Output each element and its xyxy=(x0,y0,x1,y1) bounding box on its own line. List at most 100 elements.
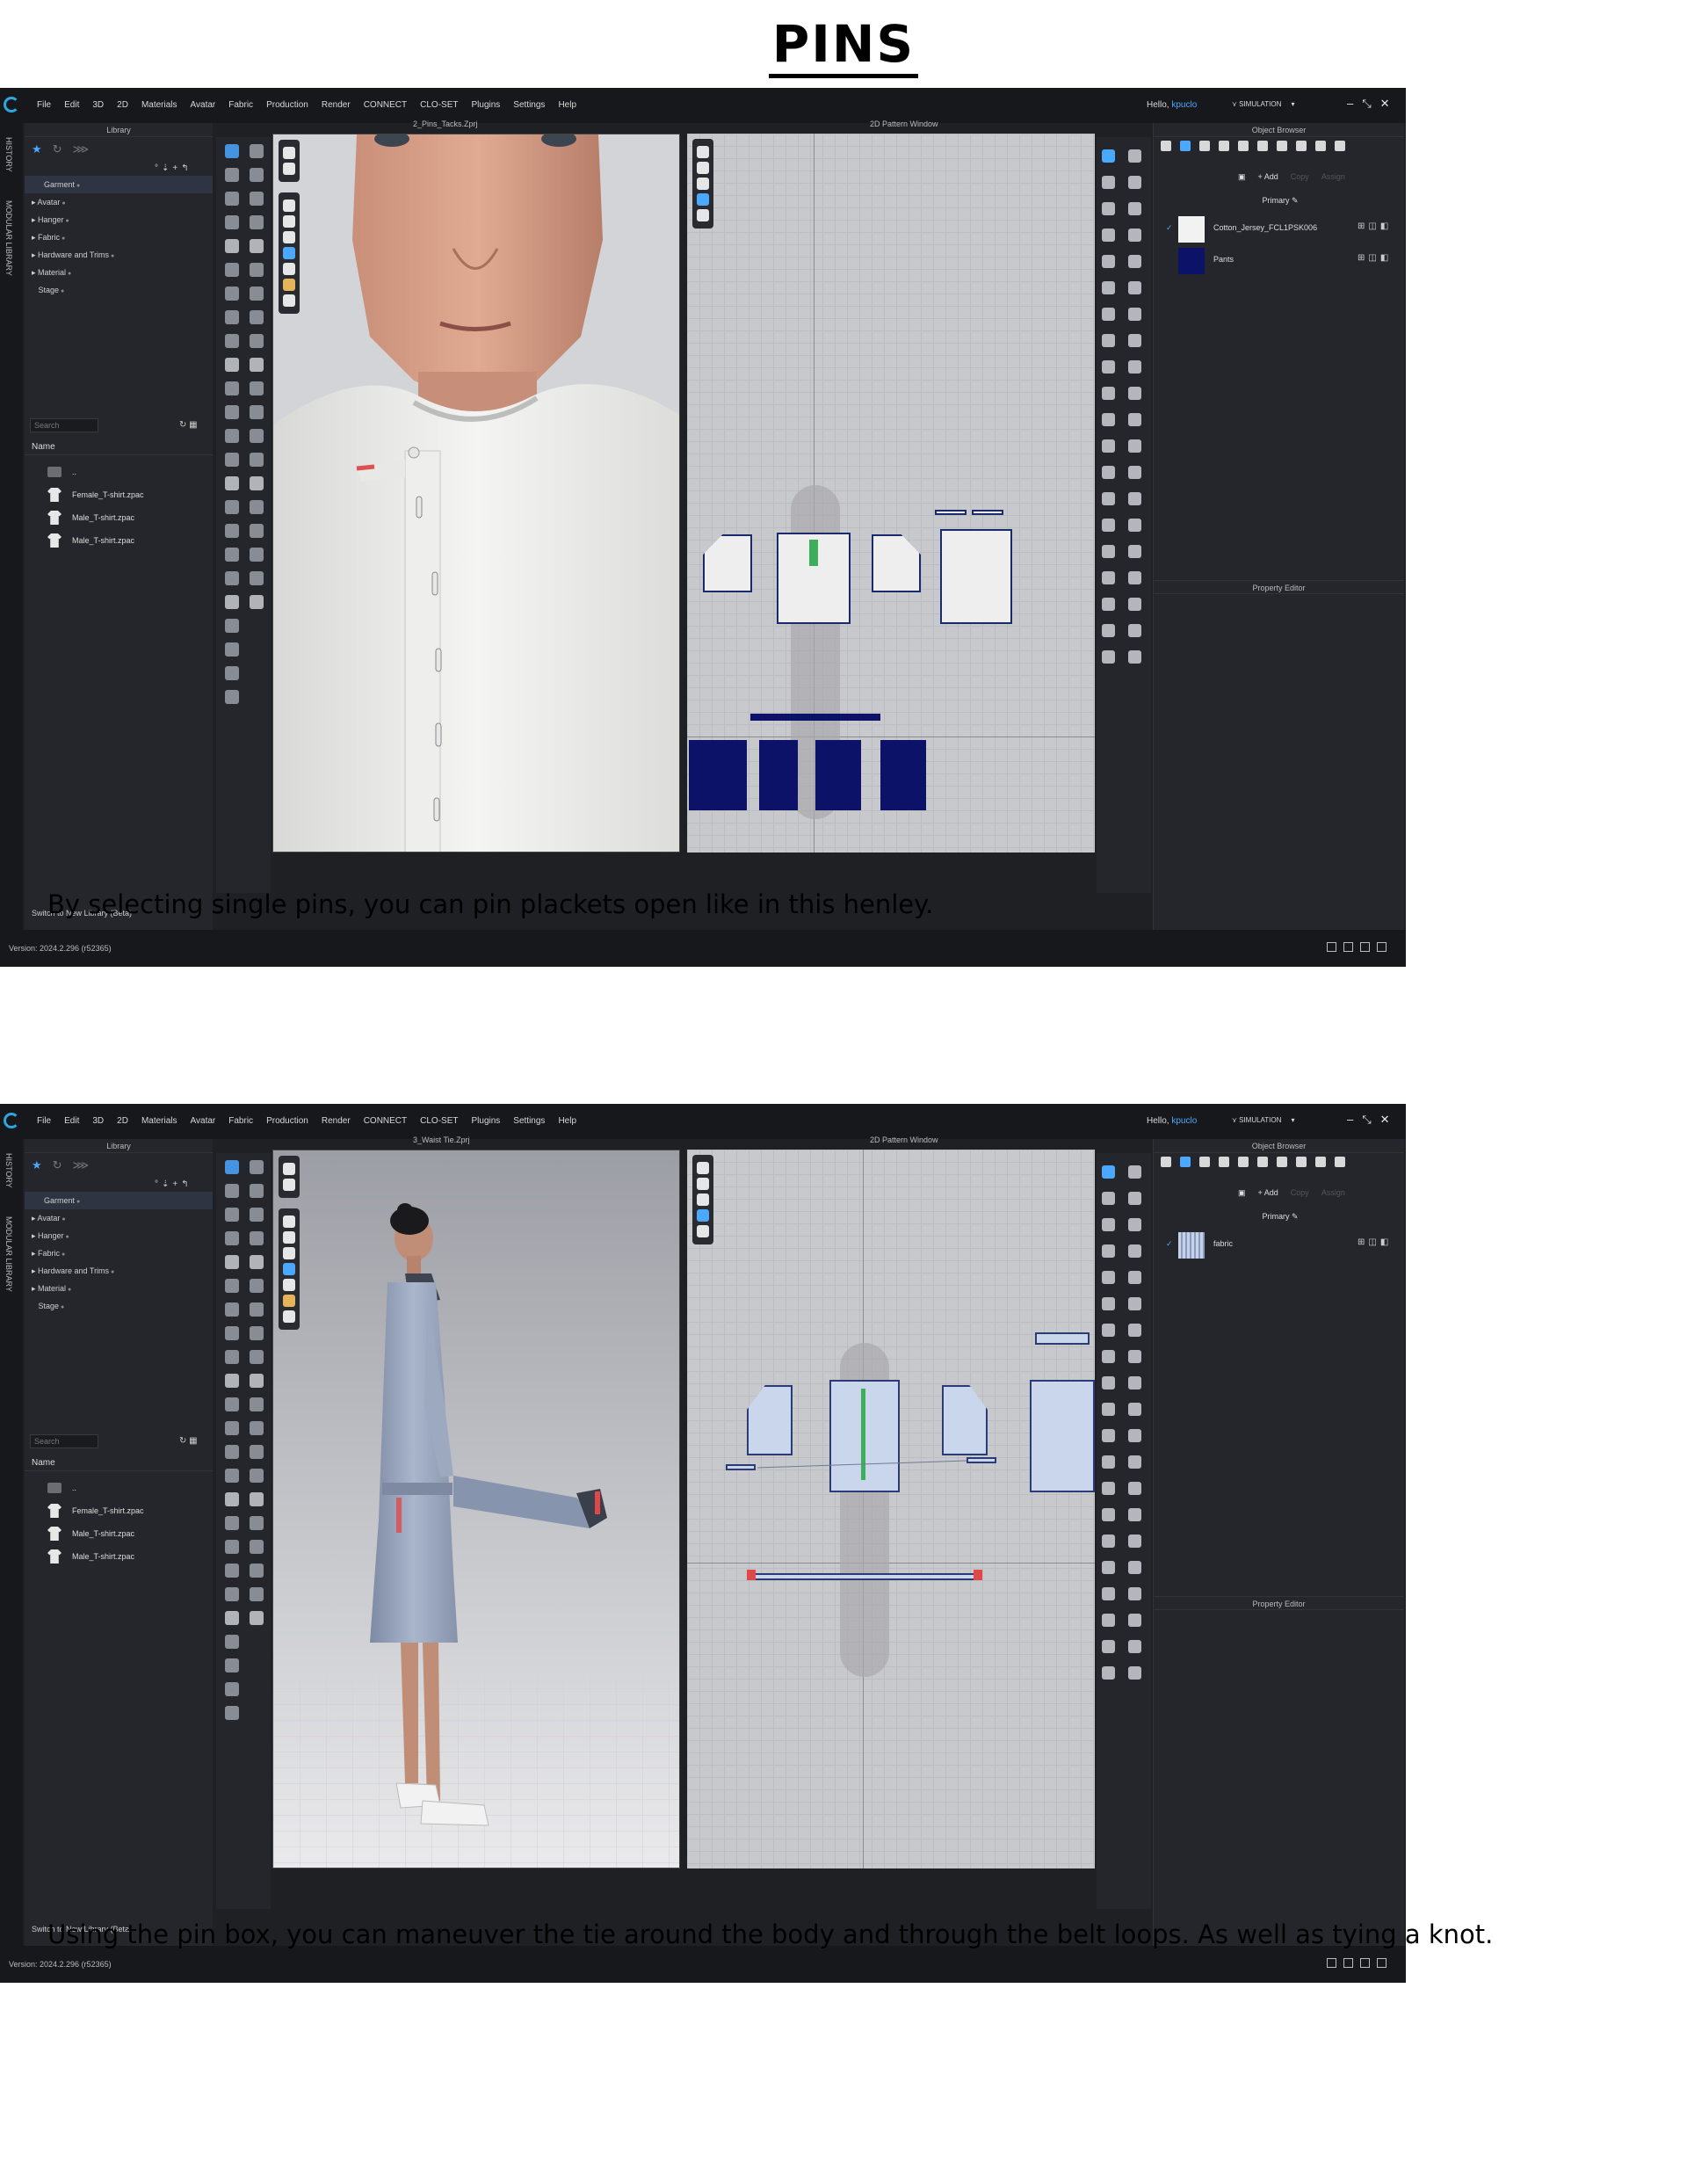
tool-icon[interactable] xyxy=(225,358,239,372)
tool-icon[interactable] xyxy=(1102,360,1115,374)
modular-icon[interactable]: ⋙ xyxy=(73,142,90,156)
tool-icon[interactable] xyxy=(1128,281,1141,294)
pattern-tool-icon[interactable] xyxy=(697,146,709,158)
fabric-view-icon[interactable] xyxy=(283,247,295,259)
tool-icon[interactable] xyxy=(225,168,239,182)
tool-icon[interactable] xyxy=(225,1564,239,1578)
menu-fabric[interactable]: Fabric xyxy=(228,100,253,110)
tool-icon[interactable] xyxy=(225,1516,239,1530)
tool-icon[interactable] xyxy=(1128,360,1141,374)
layout-icon[interactable] xyxy=(1343,942,1353,952)
tool-icon[interactable] xyxy=(1102,1455,1115,1469)
tool-icon[interactable] xyxy=(225,619,239,633)
tool-icon[interactable] xyxy=(1102,1192,1115,1205)
tool-icon[interactable] xyxy=(1102,334,1115,347)
tool-icon[interactable] xyxy=(1102,1165,1115,1179)
avatar-icon[interactable] xyxy=(1315,1157,1326,1167)
tool-icon[interactable] xyxy=(225,548,239,562)
tool-icon[interactable] xyxy=(250,1160,264,1174)
minimize-icon[interactable]: – xyxy=(1347,1113,1353,1127)
menu-help[interactable]: Help xyxy=(558,1116,576,1126)
tool-icon[interactable] xyxy=(250,192,264,206)
line-icon[interactable] xyxy=(1238,141,1249,151)
stitch-icon[interactable] xyxy=(1257,141,1268,151)
2d-pattern-window[interactable] xyxy=(687,134,1095,853)
refresh-icon[interactable] xyxy=(1377,1958,1387,1968)
tool-icon[interactable] xyxy=(1102,281,1115,294)
tool-icon[interactable] xyxy=(225,334,239,348)
menu-file[interactable]: File xyxy=(37,100,51,110)
tool-icon[interactable] xyxy=(1102,1271,1115,1284)
trim-icon[interactable] xyxy=(1277,1157,1287,1167)
2d-pattern-window[interactable] xyxy=(687,1150,1095,1868)
star-icon[interactable]: ★ xyxy=(32,1158,42,1172)
tool-icon[interactable] xyxy=(1128,1192,1141,1205)
pattern-piece[interactable] xyxy=(972,510,1003,515)
material-item[interactable]: ✓ fabric ⊞◫◧ xyxy=(1162,1230,1398,1259)
library-tools[interactable]: °⇣+↰ xyxy=(155,1179,192,1189)
tool-icon[interactable] xyxy=(225,1208,239,1222)
select-tool-icon[interactable] xyxy=(225,1160,239,1174)
list-item[interactable]: .. xyxy=(25,1477,213,1499)
light-icon[interactable] xyxy=(283,1295,295,1307)
colorway-primary[interactable]: Primary ✎ xyxy=(1162,193,1398,207)
tool-icon[interactable] xyxy=(1102,1297,1115,1310)
menu-3d[interactable]: 3D xyxy=(92,1116,104,1126)
tool-icon[interactable] xyxy=(1102,1403,1115,1416)
tool-icon[interactable] xyxy=(225,666,239,680)
tool-icon[interactable] xyxy=(225,1231,239,1245)
tool-icon[interactable] xyxy=(225,690,239,704)
material-item[interactable]: Pants ⊞◫◧ xyxy=(1162,246,1398,274)
tool-icon[interactable] xyxy=(1128,387,1141,400)
menu-render[interactable]: Render xyxy=(322,1116,351,1126)
tool-icon[interactable] xyxy=(1128,1429,1141,1442)
tool-icon[interactable] xyxy=(250,1492,264,1506)
tool-icon[interactable] xyxy=(225,1302,239,1317)
tool-icon[interactable] xyxy=(250,405,264,419)
material-tools[interactable]: ⊞◫◧ xyxy=(1358,253,1392,263)
tool-icon[interactable] xyxy=(225,405,239,419)
view-tool-icon[interactable] xyxy=(283,263,295,275)
menu-connect[interactable]: CONNECT xyxy=(364,100,407,110)
list-header-name[interactable]: Name xyxy=(25,1455,213,1471)
list-item[interactable]: Male_T-shirt.zpac xyxy=(25,529,213,552)
tool-icon[interactable] xyxy=(1102,1429,1115,1442)
tool-icon[interactable] xyxy=(250,358,264,372)
tool-icon[interactable] xyxy=(250,1516,264,1530)
material-tools[interactable]: ⊞◫◧ xyxy=(1358,1237,1392,1247)
tool-icon[interactable] xyxy=(225,500,239,514)
globe-icon[interactable] xyxy=(283,294,295,307)
close-icon[interactable]: ✕ xyxy=(1380,97,1390,111)
tool-icon[interactable] xyxy=(225,1421,239,1435)
tool-icon[interactable] xyxy=(225,524,239,538)
tool-icon[interactable] xyxy=(1128,1218,1141,1231)
tool-icon[interactable] xyxy=(250,524,264,538)
pattern-piece[interactable] xyxy=(703,534,752,592)
copy-button[interactable]: Copy xyxy=(1291,1188,1309,1198)
tool-icon[interactable] xyxy=(225,453,239,467)
globe-icon[interactable] xyxy=(283,1310,295,1323)
tree-item-hardware[interactable]: ▸ Hardware and Trims xyxy=(25,1262,213,1280)
tool-icon[interactable] xyxy=(250,1231,264,1245)
tool-icon[interactable] xyxy=(1102,545,1115,558)
tool-icon[interactable] xyxy=(225,595,239,609)
tool-icon[interactable] xyxy=(1128,334,1141,347)
tool-icon[interactable] xyxy=(250,168,264,182)
tool-icon[interactable] xyxy=(1128,1640,1141,1653)
tool-icon[interactable] xyxy=(1102,387,1115,400)
tab-modular-library[interactable]: MODULAR LIBRARY xyxy=(4,1216,13,1292)
list-icon[interactable] xyxy=(1161,1157,1171,1167)
info-icon[interactable] xyxy=(697,178,709,190)
tool-icon[interactable] xyxy=(225,1540,239,1554)
tool-icon[interactable] xyxy=(250,1184,264,1198)
tool-icon[interactable] xyxy=(1102,1324,1115,1337)
assign-button[interactable]: Assign xyxy=(1321,172,1345,182)
list-item[interactable]: Female_T-shirt.zpac xyxy=(25,1499,213,1522)
tool-icon[interactable] xyxy=(250,1326,264,1340)
menu-materials[interactable]: Materials xyxy=(141,100,177,110)
tool-icon[interactable] xyxy=(225,1445,239,1459)
tool-icon[interactable] xyxy=(1128,1297,1141,1310)
tool-icon[interactable] xyxy=(1102,598,1115,611)
tool-icon[interactable] xyxy=(225,571,239,585)
menu-edit[interactable]: Edit xyxy=(64,100,79,110)
